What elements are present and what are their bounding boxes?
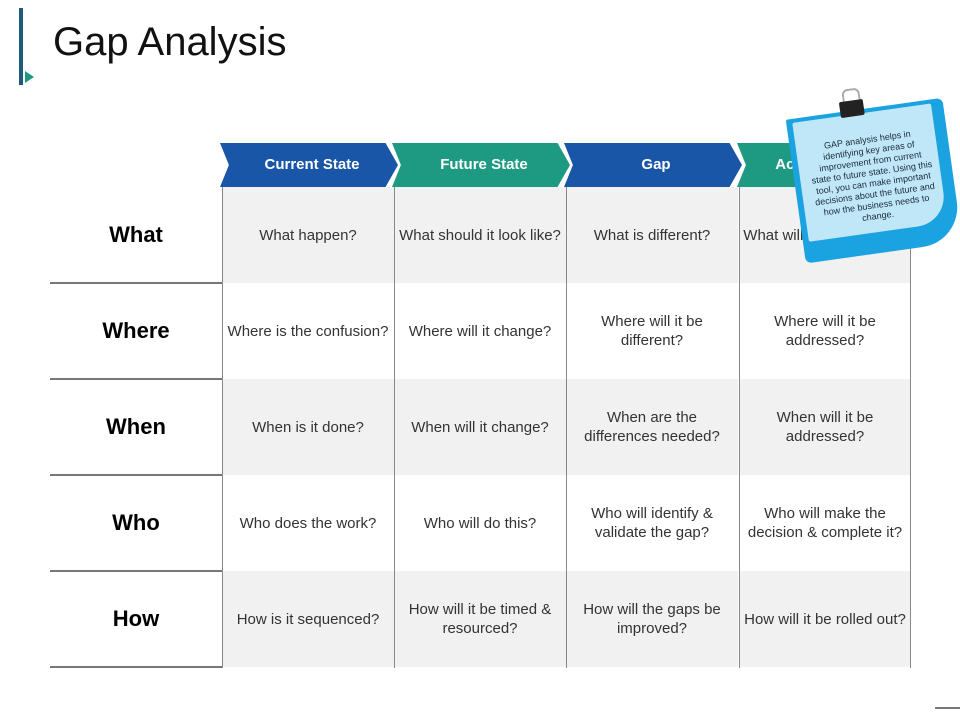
column-divider (222, 187, 223, 668)
row-label: What (109, 222, 163, 247)
table-cell: How will it be rolled out? (739, 571, 911, 667)
table-cell: What is different? (566, 187, 738, 283)
row-divider (50, 378, 222, 380)
table-cell: Where will it be addressed? (774, 313, 876, 349)
row-label: Where (102, 318, 170, 343)
column-divider (566, 187, 567, 668)
table-cell: When are the differences needed? (566, 379, 738, 475)
column-divider (910, 187, 911, 668)
table-cell: When will it be addressed? (739, 379, 911, 475)
table-cell: How will the gaps be improved? (566, 571, 738, 667)
column-header: Current State (220, 143, 398, 187)
column-header-label: Future State (440, 156, 528, 173)
row-divider (50, 474, 222, 476)
table-cell: When will it change? (394, 379, 566, 475)
row-divider (50, 282, 222, 284)
table-cell: When is it done? (222, 379, 394, 475)
row-divider (50, 570, 222, 572)
table-cell: Who will do this? (423, 514, 537, 532)
table-cell: How is it sequenced? (222, 571, 394, 667)
table-cell: Where will it change? (408, 322, 552, 340)
table-cell: How will it be timed & resourced? (394, 571, 566, 667)
title-accent-triangle-icon (25, 71, 34, 83)
sticky-note-text: GAP analysis helps in identifying key ar… (792, 103, 948, 242)
row-divider (50, 666, 222, 668)
column-header-label: Gap (641, 156, 671, 173)
table-cell: Who does the work? (239, 514, 377, 532)
page-title: Gap Analysis (53, 20, 287, 64)
row-label: Who (112, 510, 160, 535)
table-cell: Where is the confusion? (227, 322, 389, 340)
table-cell: Where will it be different? (601, 313, 703, 349)
title-accent-bar (19, 8, 23, 85)
column-divider (739, 187, 740, 668)
column-header-label: Current State (264, 156, 360, 173)
row-label: How (112, 606, 160, 631)
table-cell: What should it look like? (394, 187, 566, 283)
sticky-note: GAP analysis helps in identifying key ar… (785, 87, 960, 271)
table-cell: Who will make the decision & complete it… (747, 505, 903, 541)
table-cell: Who will identify & validate the gap? (591, 505, 713, 541)
column-header: Gap (564, 143, 742, 187)
table-cell: What happen? (222, 187, 394, 283)
footer-divider (935, 707, 960, 709)
binder-clip-icon (838, 98, 865, 119)
column-header: Future State (392, 143, 570, 187)
column-divider (394, 187, 395, 668)
row-label: When (106, 414, 166, 439)
